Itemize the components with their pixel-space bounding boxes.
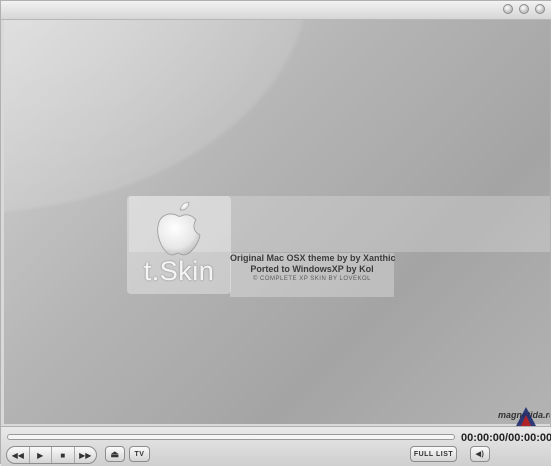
transport-controls: ◀◀ ▶ ■ ▶▶ — [6, 446, 97, 464]
fast-forward-button[interactable]: ▶▶ — [75, 447, 97, 463]
control-bar: 00:00:00/00:00:00 ◀◀ ▶ ■ ▶▶ ⏏ TV FULL LI… — [1, 426, 551, 466]
maximize-button[interactable] — [519, 4, 529, 14]
title-bar[interactable] — [1, 1, 551, 20]
time-total: 00:00:00 — [508, 432, 551, 444]
rewind-button[interactable]: ◀◀ — [7, 447, 30, 463]
minimize-button[interactable] — [503, 4, 513, 14]
rewind-icon: ◀◀ — [11, 450, 24, 460]
volume-button[interactable]: ◀) — [470, 446, 490, 462]
seek-bar[interactable] — [7, 434, 455, 440]
play-button[interactable]: ▶ — [30, 447, 52, 463]
tv-label: TV — [134, 450, 145, 458]
close-button[interactable] — [535, 4, 545, 14]
credits-box: Original Mac OSX theme by by Xanthic Por… — [230, 253, 396, 297]
video-screen[interactable]: t.Skin Original Mac OSX theme by by Xant… — [4, 20, 550, 424]
credit-line-2: Ported to WindowsXP by Kol — [250, 264, 374, 274]
logo-text: t.Skin — [143, 256, 215, 286]
eject-icon: ⏏ — [110, 448, 120, 459]
player-window: t.Skin Original Mac OSX theme by by Xant… — [0, 0, 551, 466]
time-elapsed: 00:00:00 — [461, 432, 506, 444]
stop-icon: ■ — [60, 450, 66, 460]
time-display: 00:00:00/00:00:00 — [461, 432, 551, 444]
full-list-button[interactable]: FULL LIST — [410, 446, 457, 462]
credit-line-3: © COMPLETE XP SKIN BY LOVEKOL — [252, 276, 372, 282]
credit-line-1: Original Mac OSX theme by by Xanthic — [230, 253, 396, 263]
fast-forward-icon: ▶▶ — [79, 450, 92, 460]
skin-logo: t.Skin — [127, 196, 231, 294]
stop-button[interactable]: ■ — [52, 447, 75, 463]
volume-icon: ◀) — [475, 451, 485, 458]
full-list-label: FULL LIST — [413, 450, 454, 458]
eject-button[interactable]: ⏏ — [105, 446, 125, 462]
tv-button[interactable]: TV — [129, 446, 150, 462]
play-icon: ▶ — [37, 450, 44, 460]
apple-icon — [157, 202, 201, 256]
